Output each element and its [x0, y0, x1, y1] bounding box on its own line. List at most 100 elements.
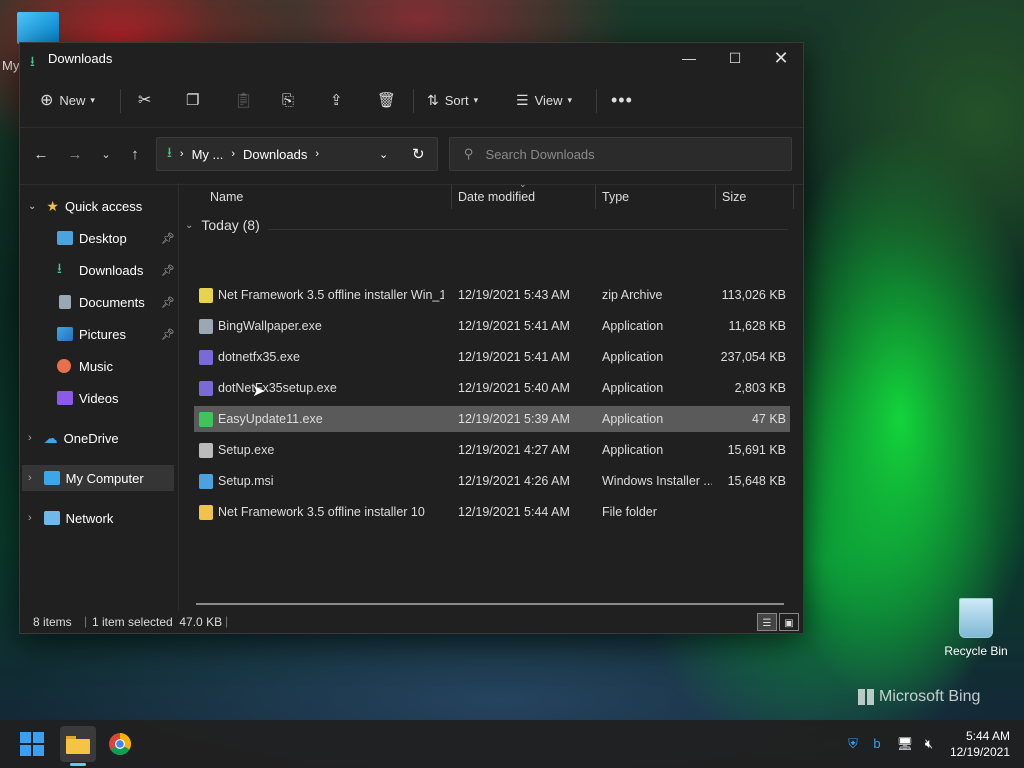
- chevron-down-icon: ▾: [567, 94, 573, 105]
- file-row[interactable]: BingWallpaper.exe 12/19/2021 5:41 AM Appli…: [194, 313, 790, 339]
- desktop-icon-recycle-bin[interactable]: Recycle Bin: [944, 598, 1008, 658]
- file-size: 113,026 KB: [721, 288, 786, 302]
- delete-button[interactable]: 🗑︎: [377, 86, 396, 114]
- column-divider[interactable]: [793, 185, 794, 209]
- file-row[interactable]: dotnetfx35.exe 12/19/2021 5:41 AM Applicat…: [194, 344, 790, 370]
- system-clock[interactable]: 5:44 AM 12/19/2021: [950, 728, 1010, 760]
- sidebar-item-onedrive[interactable]: › ☁ OneDrive: [28, 425, 119, 451]
- sidebar-item-desktop[interactable]: Desktop 📌︎: [57, 225, 175, 251]
- file-row[interactable]: EasyUpdate11.exe 12/19/2021 5:39 AM Applic…: [194, 406, 790, 432]
- defender-icon[interactable]: ⛨: [844, 736, 862, 752]
- file-row[interactable]: Setup.msi 12/19/2021 4:26 AM Windows Insta…: [194, 468, 790, 494]
- trash-icon: 🗑︎: [377, 92, 397, 109]
- desktop-icon-my-computer[interactable]: [17, 12, 59, 44]
- new-button[interactable]: ⊕ New ▾: [40, 86, 95, 114]
- rename-button[interactable]: ⎘: [282, 86, 294, 114]
- view-button[interactable]: ☰ View ▾: [516, 86, 572, 114]
- column-label: Type: [602, 190, 630, 204]
- sidebar-item-my-computer[interactable]: › My Computer: [22, 465, 174, 491]
- file-name: dotnetfx35.exe: [218, 350, 301, 364]
- more-options-button[interactable]: •••: [611, 86, 633, 114]
- tiles-view-button[interactable]: ▣: [779, 613, 799, 631]
- sidebar-item-label: Desktop: [79, 230, 127, 246]
- details-view-icon: ☰: [762, 618, 772, 629]
- clock-time: 5:44 AM: [965, 729, 1010, 743]
- sidebar-item-label: My Computer: [65, 470, 144, 486]
- sidebar-item-videos[interactable]: Videos: [57, 385, 175, 411]
- file-date: 12/19/2021 4:27 AM: [458, 443, 570, 457]
- clock-date: 12/19/2021: [949, 745, 1010, 759]
- volume-muted-icon[interactable]: 🔇︎: [920, 736, 938, 752]
- downloads-icon: ⭳: [57, 260, 62, 276]
- back-button[interactable]: ←: [29, 146, 53, 168]
- breadcrumb-downloads[interactable]: Downloads: [243, 147, 307, 162]
- file-date: 12/19/2021 5:41 AM: [458, 319, 570, 333]
- sort-icon: ⇅: [427, 91, 439, 108]
- sort-button[interactable]: ⇅ Sort ▾: [427, 86, 478, 114]
- file-row[interactable]: dotNetFx35setup.exe 12/19/2021 5:40 AM App…: [194, 375, 790, 401]
- exe-icon: [199, 350, 213, 365]
- paste-button[interactable]: 📋︎: [234, 86, 253, 114]
- new-label: New: [59, 92, 86, 108]
- sidebar-item-downloads[interactable]: ⭳ Downloads 📌︎: [57, 257, 175, 283]
- bing-icon[interactable]: b: [868, 736, 886, 752]
- tiles-view-icon: ▣: [784, 618, 794, 629]
- sidebar-item-network[interactable]: › Network: [28, 505, 113, 531]
- mouse-cursor-icon: ➤: [252, 383, 266, 400]
- start-button[interactable]: [16, 728, 48, 760]
- sidebar-item-documents[interactable]: Documents 📌︎: [57, 289, 175, 315]
- navigation-bar: ← → ⌄ ↑ ⭳ › My ... › Downloads › ⌄ ↻ ⚲ S…: [20, 128, 803, 185]
- refresh-button[interactable]: ↻: [412, 145, 425, 163]
- column-header-size[interactable]: Size: [722, 183, 746, 211]
- status-divider: |: [84, 614, 88, 628]
- search-icon: ⚲: [464, 146, 474, 161]
- sidebar-item-music[interactable]: Music: [57, 353, 175, 379]
- up-button[interactable]: ↑: [123, 146, 147, 168]
- group-header-today[interactable]: ⌄ Today (8): [185, 217, 260, 233]
- share-icon: ⇪: [330, 92, 343, 109]
- close-button[interactable]: ✕: [758, 43, 804, 73]
- file-size: 237,054 KB: [720, 350, 786, 364]
- cut-button[interactable]: ✂: [138, 86, 151, 114]
- chevron-down-icon: ⌄: [101, 149, 111, 161]
- share-button[interactable]: ⇪: [330, 86, 343, 114]
- copy-button[interactable]: ❐: [186, 86, 199, 114]
- address-history-button[interactable]: ⌄: [379, 148, 388, 161]
- maximize-button[interactable]: ☐: [712, 43, 758, 73]
- arrow-right-icon: →: [67, 146, 83, 163]
- file-type: Application: [602, 443, 664, 457]
- sidebar-item-pictures[interactable]: Pictures 📌︎: [57, 321, 175, 347]
- column-header-name[interactable]: Name: [210, 183, 243, 211]
- file-row[interactable]: Net Framework 3.5 offline installer 10 12…: [194, 499, 790, 525]
- network-icon[interactable]: 🖥︎: [896, 736, 914, 752]
- address-bar[interactable]: ⭳ › My ... › Downloads › ⌄ ↻: [156, 137, 438, 171]
- minimize-button[interactable]: —: [666, 43, 712, 73]
- file-row[interactable]: Setup.exe 12/19/2021 4:27 AM Application 15…: [194, 437, 790, 463]
- copy-icon: ❐: [186, 92, 200, 109]
- forward-button[interactable]: →: [63, 146, 87, 168]
- taskbar-chrome[interactable]: [104, 728, 136, 760]
- music-icon: [57, 359, 71, 373]
- search-input[interactable]: ⚲ Search Downloads: [449, 137, 792, 171]
- folder-icon: [199, 505, 213, 520]
- sidebar-item-quick-access[interactable]: ⌄ ★ Quick access: [28, 193, 142, 219]
- bing-watermark-label: Microsoft Bing: [879, 688, 981, 705]
- breadcrumb-my-computer[interactable]: My ...: [192, 147, 224, 162]
- file-size: 2,803 KB: [734, 381, 786, 395]
- file-type: Windows Installer ...: [602, 474, 712, 488]
- column-divider[interactable]: [451, 185, 452, 209]
- column-header-type[interactable]: Type: [602, 183, 629, 211]
- chevron-down-icon: ▾: [473, 94, 479, 105]
- group-label: Today (8): [201, 217, 260, 233]
- horizontal-scrollbar[interactable]: [196, 603, 784, 605]
- file-row[interactable]: Net Framework 3.5 offline installer Win_…: [194, 282, 790, 308]
- rename-icon: ⎘: [282, 91, 295, 109]
- chevron-down-icon: ▾: [90, 94, 95, 105]
- details-view-button[interactable]: ☰: [757, 613, 777, 631]
- column-divider[interactable]: [595, 185, 596, 209]
- taskbar-file-explorer[interactable]: [60, 726, 96, 766]
- desktop-icon-label: My: [2, 58, 20, 73]
- file-type: Application: [602, 319, 664, 333]
- recent-locations-button[interactable]: ⌄: [94, 148, 118, 170]
- column-divider[interactable]: [715, 185, 716, 209]
